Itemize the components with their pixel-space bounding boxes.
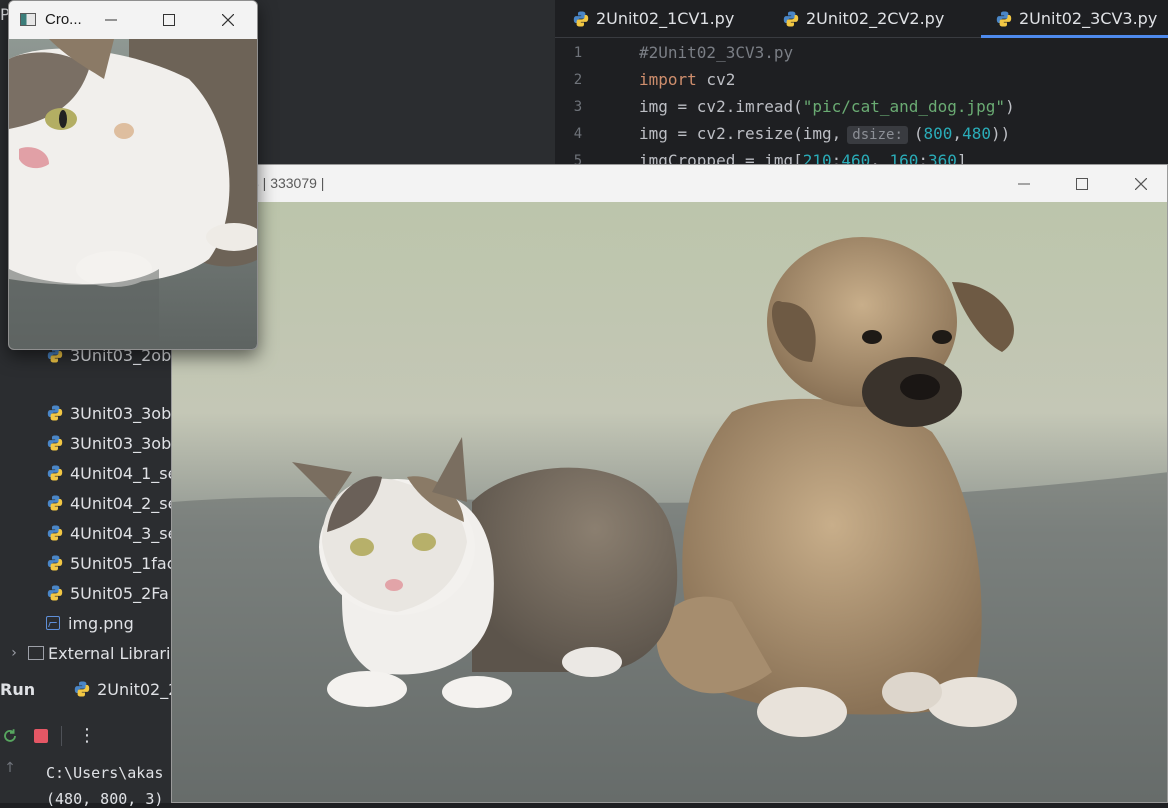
line-number: 4 — [573, 125, 583, 142]
code-line: 3 img = cv2.imread("pic/cat_and_dog.jpg"… — [555, 93, 1168, 120]
code-line: 1 #2Unit02_3CV3.py — [555, 39, 1168, 66]
external-libraries-label: External Librarie — [48, 643, 181, 663]
cat-and-dog-photo — [172, 202, 1167, 802]
stop-icon[interactable] — [34, 729, 48, 743]
python-file-icon — [47, 585, 63, 601]
minimize-button[interactable] — [1001, 165, 1047, 202]
python-file-icon — [783, 11, 799, 26]
project-file-item[interactable]: 4Unit04_1_se — [46, 458, 177, 488]
code-number: 800 — [923, 124, 953, 143]
close-icon — [1135, 177, 1147, 190]
close-button[interactable] — [205, 1, 251, 38]
maximize-button[interactable] — [146, 1, 192, 38]
parameter-hint: dsize: — [847, 126, 908, 144]
code-line: 2 import cv2 — [555, 66, 1168, 93]
minimize-icon — [105, 19, 117, 20]
run-config-tab[interactable]: 2Unit02_2 — [97, 680, 178, 699]
code-editor[interactable]: 1 #2Unit02_3CV3.py 2 import cv2 3 img = … — [555, 38, 1168, 170]
maximize-button[interactable] — [1059, 165, 1105, 202]
project-file-item[interactable]: 4Unit04_2_se — [46, 488, 177, 518]
code-keyword: import — [639, 70, 697, 89]
image-window[interactable]: 3 | 333079 | — [171, 164, 1168, 803]
tab-2unit02-3cv3[interactable]: 2Unit02_3CV3.py — [980, 0, 1168, 38]
code-comment: #2Unit02_3CV3.py — [639, 43, 794, 62]
window-title: 3 | 333079 | — [251, 175, 325, 191]
file-label: 5Unit05_2Fa — [70, 583, 169, 603]
run-toolbar: Run 2Unit02_2 — [0, 674, 178, 704]
tab-2unit02-2cv2[interactable]: 2Unit02_2CV2.py — [782, 0, 944, 37]
code-text: cv2 — [696, 70, 736, 89]
code-text: , — [952, 124, 963, 143]
close-icon — [222, 13, 234, 26]
toolbar-divider — [61, 726, 62, 746]
close-button[interactable] — [1118, 165, 1164, 202]
window-titlebar[interactable]: 3 | 333079 | — [172, 165, 1167, 202]
python-file-icon — [996, 11, 1012, 26]
rerun-icon[interactable] — [1, 727, 19, 745]
window-title: Cro... — [45, 11, 82, 28]
code-text: img = cv2.imread( — [639, 97, 803, 116]
tab-label: 2Unit02_3CV3.py — [1019, 9, 1158, 28]
run-tab-label[interactable]: Run — [0, 680, 35, 699]
cropped-cat-photo — [9, 39, 257, 349]
scroll-up-icon[interactable]: ↑ — [0, 760, 20, 776]
more-options-icon[interactable]: ⋮ — [78, 727, 96, 745]
file-label: 5Unit05_1fac — [70, 553, 176, 573]
line-number: 2 — [573, 71, 583, 88]
code-text: ) — [1005, 97, 1015, 116]
project-file-item[interactable]: 5Unit05_2Fa — [46, 578, 169, 608]
maximize-icon — [1076, 177, 1088, 190]
project-file-item[interactable]: 3Unit03_3ob — [46, 398, 171, 428]
file-label: 4Unit04_1_se — [70, 463, 178, 483]
editor-tab-bar: 2Unit02_1CV1.py 2Unit02_2CV2.py 2Unit02_… — [555, 0, 1168, 38]
tab-2unit02-1cv1[interactable]: 2Unit02_1CV1.py — [572, 0, 734, 37]
file-label: img.png — [68, 613, 134, 633]
code-line: 4 img = cv2.resize(img, dsize: (800,480)) — [555, 120, 1168, 147]
code-string: "pic/cat_and_dog.jpg" — [802, 97, 1006, 116]
file-label: 4Unit04_2_se — [70, 493, 178, 513]
python-file-icon — [573, 11, 589, 26]
code-text: ( — [913, 124, 924, 143]
python-file-icon — [74, 681, 90, 697]
console-output-line: C:\Users\akas — [46, 764, 164, 782]
line-number: 3 — [573, 98, 583, 115]
image-file-icon — [46, 616, 60, 630]
external-libraries-node[interactable]: › External Librarie — [0, 640, 180, 666]
minimize-button[interactable] — [88, 1, 134, 38]
file-label: 3Unit03_3ob — [70, 403, 172, 423]
file-label: 3Unit03_3ob — [70, 433, 172, 453]
python-file-icon — [47, 525, 63, 541]
code-number: 480 — [962, 124, 991, 143]
code-text: img = cv2.resize(img, — [639, 124, 842, 143]
code-text: )) — [990, 124, 1011, 143]
line-number: 1 — [573, 44, 583, 61]
tab-label: 2Unit02_2CV2.py — [806, 9, 945, 28]
library-icon — [28, 646, 44, 660]
python-file-icon — [47, 555, 63, 571]
chevron-right-icon[interactable]: › — [0, 645, 28, 661]
console-output-line: (480, 800, 3) — [46, 790, 164, 808]
file-label: 4Unit04_3_se — [70, 523, 178, 543]
project-file-item[interactable]: 3Unit03_3ob — [46, 428, 171, 458]
python-file-icon — [47, 465, 63, 481]
python-file-icon — [47, 495, 63, 511]
app-icon — [20, 13, 36, 26]
window-titlebar[interactable]: Cro... — [9, 1, 257, 39]
project-file-item[interactable]: 5Unit05_1fac — [46, 548, 176, 578]
maximize-icon — [163, 13, 175, 26]
python-file-icon — [47, 405, 63, 421]
run-tools: ⋮ — [0, 722, 96, 750]
tab-label: 2Unit02_1CV1.py — [596, 9, 735, 28]
project-file-item[interactable]: img.png — [46, 608, 134, 638]
python-file-icon — [47, 435, 63, 451]
cropped-image-window[interactable]: Cro... — [8, 0, 258, 350]
minimize-icon — [1018, 183, 1030, 184]
project-file-item[interactable]: 4Unit04_3_se — [46, 518, 177, 548]
